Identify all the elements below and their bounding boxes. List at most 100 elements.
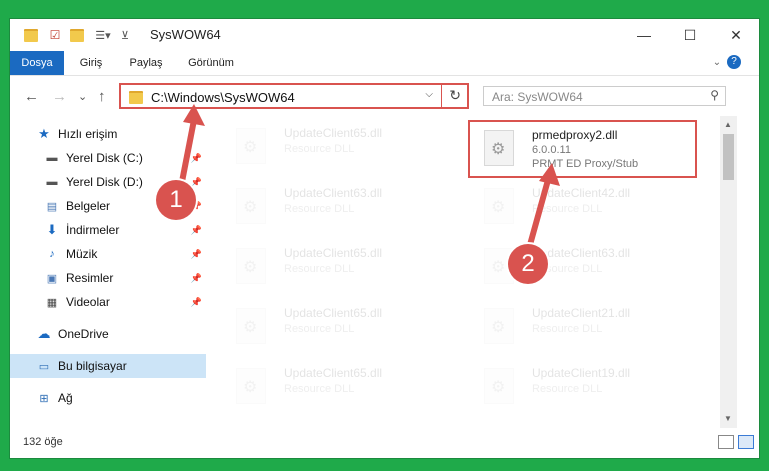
computer-icon: ▭ <box>38 360 50 373</box>
file-type: Resource DLL <box>284 323 355 335</box>
new-folder-icon[interactable] <box>68 27 86 43</box>
sidebar-item-label: Bu bilgisayar <box>58 359 127 373</box>
dll-file-icon <box>236 128 266 164</box>
sidebar-item-label: Yerel Disk (D:) <box>66 175 143 189</box>
navigation-pane: ★ Hızlı erişim ▬ Yerel Disk (C:) 📌 ▬ Yer… <box>10 116 206 428</box>
dll-file-icon <box>484 368 514 404</box>
sidebar-item-quick-access[interactable]: ★ Hızlı erişim <box>10 122 206 146</box>
tab-share[interactable]: Paylaş <box>122 51 170 75</box>
file-type: Resource DLL <box>284 143 355 155</box>
sidebar-item-music[interactable]: ♪ Müzik 📌 <box>10 242 206 266</box>
status-bar: 132 öğe <box>10 428 759 458</box>
sidebar-item-network[interactable]: ⊞ Ağ <box>10 386 206 410</box>
sidebar-item-label: Yerel Disk (C:) <box>66 151 143 165</box>
forward-button[interactable]: → <box>52 88 67 105</box>
network-icon: ⊞ <box>39 392 49 405</box>
tab-view[interactable]: Görünüm <box>182 51 240 75</box>
item-count: 132 öğe <box>23 436 63 448</box>
file-type: Resource DLL <box>284 263 355 275</box>
file-tile[interactable]: UpdateClient19.dll Resource DLL <box>471 362 691 412</box>
dll-file-icon <box>484 308 514 344</box>
folder-icon <box>129 91 143 104</box>
file-tile[interactable]: UpdateClient63.dll Resource DLL <box>471 242 691 292</box>
sidebar-item-label: Belgeler <box>66 199 111 213</box>
title-bar: ☑ ☰▾ ⊻ SysWOW64 — ☐ ✕ <box>10 19 759 51</box>
navigation-bar: ← → ⌄ ↑ C:\Windows\SysWOW64 ⌵ ↻ Ara: Sys… <box>10 76 759 116</box>
sidebar-item-onedrive[interactable]: ☁ OneDrive <box>10 322 206 346</box>
sidebar-item-local-disk-c[interactable]: ▬ Yerel Disk (C:) 📌 <box>10 146 206 170</box>
file-tile[interactable]: UpdateClient65.dll Resource DLL <box>223 242 443 292</box>
ribbon: Dosya Giriş Paylaş Görünüm ⌄ ? <box>10 51 759 76</box>
pin-icon[interactable]: 📌 <box>191 273 202 284</box>
scroll-up-icon[interactable]: ▲ <box>724 120 732 129</box>
file-name: UpdateClient21.dll <box>532 306 631 320</box>
tab-home[interactable]: Giriş <box>72 51 110 75</box>
drive-icon: ▬ <box>46 152 58 164</box>
chevron-down-icon[interactable]: ⌵ <box>425 89 433 100</box>
video-icon: ▦ <box>46 296 58 309</box>
file-tile[interactable]: UpdateClient65.dll Resource DLL <box>223 362 443 412</box>
pin-icon[interactable]: 📌 <box>191 153 202 164</box>
vertical-scrollbar[interactable]: ▲ ▼ <box>720 116 737 428</box>
address-bar[interactable]: C:\Windows\SysWOW64 ⌵ ↻ <box>119 83 469 109</box>
file-type: Resource DLL <box>284 203 355 215</box>
search-input[interactable]: Ara: SysWOW64 ⚲ <box>483 86 726 106</box>
scroll-down-icon[interactable]: ▼ <box>724 414 732 423</box>
download-icon: ⬇ <box>46 222 58 237</box>
step-badge-1: 1 <box>156 180 196 220</box>
music-icon: ♪ <box>49 248 55 260</box>
recent-locations-button[interactable]: ⌄ <box>78 90 87 103</box>
ribbon-expand-icon[interactable]: ⌄ <box>710 51 724 75</box>
sidebar-item-label: OneDrive <box>58 327 109 341</box>
sidebar-item-label: Müzik <box>66 247 98 261</box>
search-placeholder: Ara: SysWOW64 <box>492 90 583 104</box>
close-button[interactable]: ✕ <box>713 19 759 51</box>
up-button[interactable]: ↑ <box>98 88 106 105</box>
minimize-button[interactable]: — <box>621 19 667 51</box>
maximize-button[interactable]: ☐ <box>667 19 713 51</box>
pin-icon[interactable]: 📌 <box>191 225 202 236</box>
dll-file-icon <box>236 248 266 284</box>
properties-icon[interactable]: ☑ <box>46 27 64 43</box>
scroll-thumb[interactable] <box>723 134 734 180</box>
file-tile[interactable]: UpdateClient21.dll Resource DLL <box>471 302 691 352</box>
sidebar-item-this-pc[interactable]: ▭ Bu bilgisayar <box>10 354 206 378</box>
documents-icon: ▤ <box>46 200 58 213</box>
file-tile[interactable]: UpdateClient42.dll Resource DLL <box>471 182 691 232</box>
file-tile[interactable]: UpdateClient63.dll Resource DLL <box>223 182 443 232</box>
customize-toolbar-icon[interactable]: ⊻ <box>118 27 132 43</box>
refresh-icon[interactable]: ↻ <box>449 87 461 104</box>
star-icon: ★ <box>38 126 50 141</box>
dll-file-icon <box>236 308 266 344</box>
tab-file[interactable]: Dosya <box>10 51 64 75</box>
file-tile[interactable]: UpdateClient65.dll Resource DLL <box>223 122 443 172</box>
pin-icon[interactable]: 📌 <box>191 249 202 260</box>
sidebar-item-label: Videolar <box>66 295 110 309</box>
quick-access-menu-icon[interactable]: ☰▾ <box>92 27 114 43</box>
sidebar-item-videos[interactable]: ▦ Videolar 📌 <box>10 290 206 314</box>
file-list: UpdateClient65.dll Resource DLL UpdateCl… <box>215 116 720 428</box>
sidebar-item-label: Ağ <box>58 391 73 405</box>
file-name: UpdateClient19.dll <box>532 366 631 380</box>
dll-file-icon <box>236 368 266 404</box>
address-divider <box>441 85 442 107</box>
tiles-view-icon[interactable] <box>738 435 754 449</box>
file-type: Resource DLL <box>532 383 603 395</box>
sidebar-item-downloads[interactable]: ⬇ İndirmeler 📌 <box>10 218 206 242</box>
help-icon[interactable]: ? <box>727 55 741 69</box>
pictures-icon: ▣ <box>46 272 58 285</box>
pin-icon[interactable]: 📌 <box>191 297 202 308</box>
file-type: Resource DLL <box>532 203 603 215</box>
file-name: UpdateClient42.dll <box>532 186 631 200</box>
file-type: Resource DLL <box>284 383 355 395</box>
file-highlight-box <box>468 120 697 178</box>
drive-icon: ▬ <box>46 176 58 188</box>
details-view-icon[interactable] <box>718 435 734 449</box>
sidebar-item-pictures[interactable]: ▣ Resimler 📌 <box>10 266 206 290</box>
file-name: UpdateClient65.dll <box>284 306 383 320</box>
back-button[interactable]: ← <box>24 88 39 105</box>
explorer-window: ☑ ☰▾ ⊻ SysWOW64 — ☐ ✕ Dosya Giriş Paylaş… <box>10 19 759 458</box>
pin-icon[interactable]: 📌 <box>191 177 202 188</box>
file-name: UpdateClient63.dll <box>284 186 383 200</box>
file-tile[interactable]: UpdateClient65.dll Resource DLL <box>223 302 443 352</box>
